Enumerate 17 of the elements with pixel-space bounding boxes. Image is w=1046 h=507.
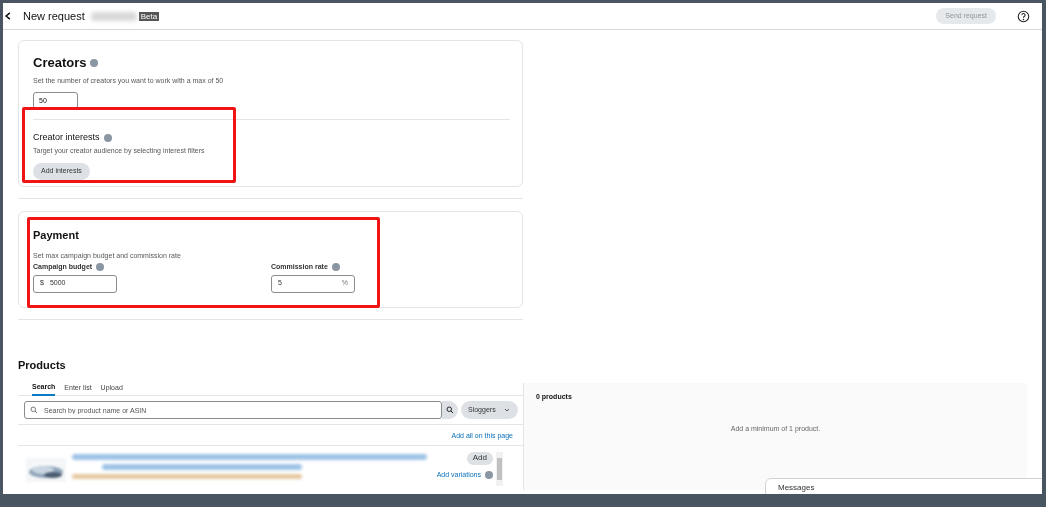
search-button[interactable] [442,401,458,419]
search-icon [446,406,454,414]
scrollbar[interactable] [496,451,503,486]
section-title: Products [18,357,67,373]
page-title: New request [23,8,85,24]
subsection-title: Creator interests [33,131,100,144]
add-button[interactable]: Add [466,451,493,465]
section-title: Payment [33,228,80,243]
blurred-text [90,11,137,21]
help-icon[interactable] [1017,9,1030,23]
chevron-down-icon [502,406,511,414]
search-icon [30,406,38,414]
panel-title: Messages [778,483,815,492]
messages-panel[interactable]: Messages [765,478,1042,494]
beta-badge: Beta [138,11,160,21]
back-icon[interactable] [3,10,13,22]
section-title: Creators [33,54,87,72]
